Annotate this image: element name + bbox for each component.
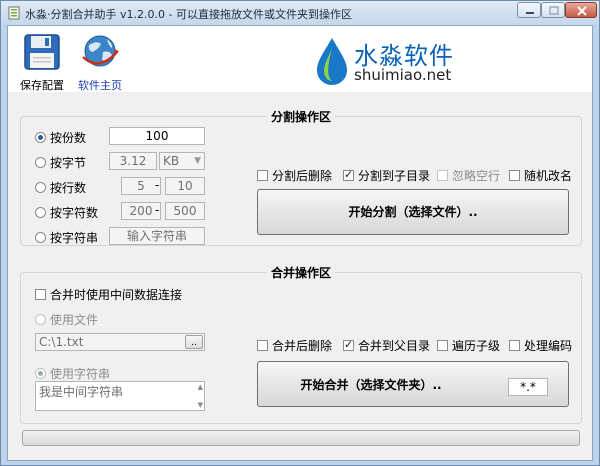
checkbox-label: 合并后删除 [272, 339, 333, 353]
radio-button[interactable] [35, 368, 46, 379]
range-separator: - [155, 178, 160, 192]
chevron-down-icon: ▼ [194, 156, 201, 166]
checkbox[interactable] [437, 170, 448, 181]
file-path-input[interactable]: C:\1.txt [35, 333, 205, 351]
intermediate-string-value: 我是中间字符串 [39, 385, 124, 399]
lines-to-input[interactable]: 10 [165, 177, 205, 195]
close-icon [577, 6, 587, 16]
checkbox[interactable] [509, 340, 520, 351]
window-title: 水淼·分割合并助手 v1.2.0.0 - 可以直接拖放文件或文件夹到操作区 [25, 8, 352, 21]
checkbox-label: 随机改名 [524, 169, 573, 183]
checkbox[interactable] [343, 338, 354, 351]
chars-to-input[interactable]: 500 [165, 202, 205, 220]
merge-group-title: 合并操作区 [21, 264, 581, 281]
radio-button[interactable] [35, 314, 46, 325]
radio-use-string[interactable]: 使用字符串 [35, 365, 110, 382]
save-config-button[interactable]: 保存配置 [14, 30, 70, 92]
checkbox-merge-to-parent[interactable]: 合并到父目录 [343, 337, 430, 354]
file-filter-input[interactable]: *.* [508, 378, 548, 396]
start-merge-button[interactable]: 开始合并（选择文件夹）.. *.* [257, 361, 569, 407]
checkbox-label: 忽略空行 [452, 169, 501, 183]
radio-by-bytes-label: 按字节 [50, 156, 87, 170]
checkbox[interactable] [343, 168, 354, 181]
header-panel: 保存配置 软件主页 水淼软件 shuimiao.net [8, 26, 592, 92]
title-bar: 水淼·分割合并助手 v1.2.0.0 - 可以直接拖放文件或文件夹到操作区 [1, 1, 599, 25]
checkbox-label: 处理编码 [524, 339, 573, 353]
split-string-input[interactable]: 输入字符串 [109, 227, 205, 245]
radio-button[interactable] [35, 207, 46, 218]
radio-by-bytes[interactable]: 按字节 [35, 154, 86, 171]
checkbox-use-intermediate[interactable]: 合并时使用中间数据连接 [35, 286, 182, 303]
checkbox[interactable] [509, 170, 520, 181]
checkbox-ignore-blank[interactable]: 忽略空行 [437, 167, 500, 184]
browse-button[interactable]: .. [185, 335, 203, 349]
radio-by-count[interactable]: 按份数 [35, 129, 86, 146]
checkbox-label: 分割到子目录 [358, 169, 431, 183]
checkbox-split-to-subdir[interactable]: 分割到子目录 [343, 167, 430, 184]
save-config-label: 保存配置 [20, 79, 64, 92]
checkbox-label: 遍历子级 [452, 339, 501, 353]
bytes-unit-value: KB [163, 154, 180, 168]
minimize-button[interactable] [517, 2, 541, 18]
client-area: 保存配置 软件主页 水淼软件 shuimiao.net 分割操作区 按份数 10… [7, 25, 593, 461]
close-button[interactable] [565, 2, 597, 18]
checkbox-delete-after-split[interactable]: 分割后删除 [257, 167, 332, 184]
radio-by-lines-label: 按行数 [50, 181, 87, 195]
scroll-up-icon[interactable]: ▲ [198, 383, 203, 391]
radio-by-lines[interactable]: 按行数 [35, 179, 86, 196]
radio-by-count-label: 按份数 [50, 131, 87, 145]
water-drop-icon [317, 38, 347, 85]
floppy-disk-icon [24, 34, 60, 70]
intermediate-string-textarea[interactable]: 我是中间字符串 ▲ ▼ [35, 381, 205, 411]
checkbox[interactable] [437, 340, 448, 351]
radio-button[interactable] [35, 232, 46, 243]
range-separator: - [155, 203, 160, 217]
globe-icon [82, 35, 119, 67]
checkbox-label: 合并到父目录 [358, 339, 431, 353]
radio-use-file-label: 使用文件 [50, 313, 99, 327]
checkbox-handle-encoding[interactable]: 处理编码 [509, 337, 572, 354]
radio-button[interactable] [35, 157, 46, 168]
radio-by-string-label: 按字符串 [50, 231, 99, 245]
count-input[interactable]: 100 [109, 127, 205, 145]
checkbox[interactable] [257, 170, 268, 181]
scroll-down-icon[interactable]: ▼ [198, 401, 203, 409]
split-group: 分割操作区 按份数 100 按字节 3.12 KB ▼ 按行数 5 - 10 按字… [20, 110, 582, 246]
bytes-input[interactable]: 3.12 [109, 152, 157, 170]
start-split-button[interactable]: 开始分割（选择文件）.. [257, 189, 569, 235]
checkbox-label: 分割后删除 [272, 169, 333, 183]
split-group-title: 分割操作区 [21, 108, 581, 125]
checkbox-traverse-sub[interactable]: 遍历子级 [437, 337, 500, 354]
radio-by-string[interactable]: 按字符串 [35, 229, 98, 246]
app-icon [8, 6, 20, 20]
maximize-button[interactable] [541, 2, 565, 18]
radio-button[interactable] [35, 182, 46, 193]
homepage-link[interactable]: 软件主页 [72, 30, 128, 92]
homepage-label: 软件主页 [78, 79, 122, 92]
merge-group: 合并操作区 合并时使用中间数据连接 使用文件 C:\1.txt .. 使用字符串… [20, 266, 582, 424]
bytes-unit-select[interactable]: KB ▼ [159, 152, 205, 170]
start-merge-label: 开始合并（选择文件夹）.. [300, 378, 442, 392]
radio-by-chars-label: 按字符数 [50, 206, 99, 220]
radio-use-file[interactable]: 使用文件 [35, 311, 98, 328]
progress-bar [22, 430, 580, 446]
checkbox-delete-after-merge[interactable]: 合并后删除 [257, 337, 332, 354]
checkbox[interactable] [35, 289, 46, 300]
checkbox-label: 合并时使用中间数据连接 [50, 288, 183, 302]
checkbox[interactable] [257, 340, 268, 351]
logo-text-en: shuimiao.net [354, 66, 452, 84]
radio-button[interactable] [35, 132, 46, 143]
maximize-icon [549, 6, 559, 15]
app-window: 水淼·分割合并助手 v1.2.0.0 - 可以直接拖放文件或文件夹到操作区 保存… [0, 0, 600, 466]
radio-by-chars[interactable]: 按字符数 [35, 204, 98, 221]
brand-logo: 水淼软件 shuimiao.net [308, 32, 478, 88]
radio-use-string-label: 使用字符串 [50, 367, 111, 381]
checkbox-random-rename[interactable]: 随机改名 [509, 167, 572, 184]
minimize-icon [526, 12, 534, 14]
